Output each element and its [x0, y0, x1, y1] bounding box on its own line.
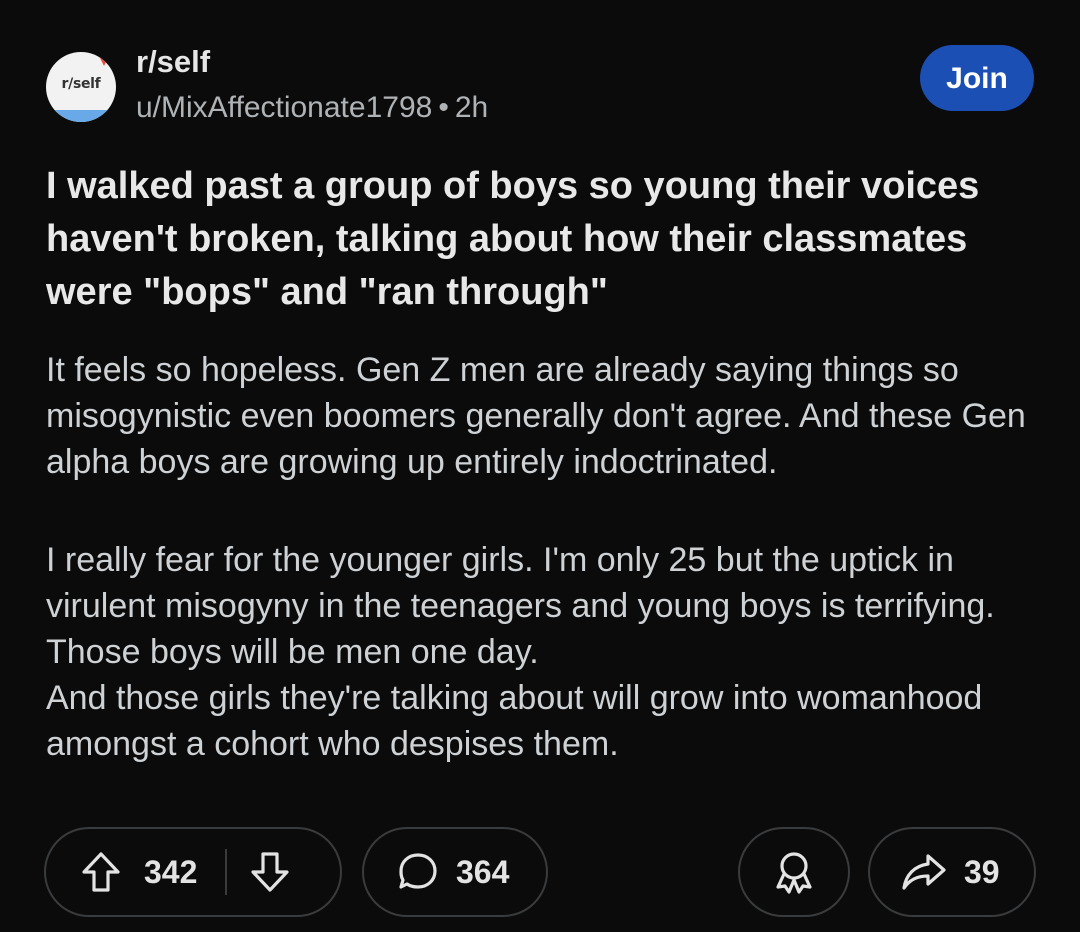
body-paragraph: I really fear for the younger girls. I'm… [46, 541, 995, 763]
share-icon [902, 854, 946, 890]
join-button[interactable]: Join [920, 45, 1034, 111]
post-header: r/self r/self u/MixAffectionate1798 • 2h J… [44, 44, 1036, 134]
subreddit-name[interactable]: r/self [136, 44, 210, 80]
bookmark-mark [98, 54, 110, 66]
vote-divider [225, 849, 228, 895]
upvote-button[interactable] [80, 850, 122, 894]
author-name[interactable]: u/MixAffectionate1798 [136, 91, 432, 124]
comment-count: 364 [456, 853, 510, 890]
upvote-icon [82, 852, 120, 892]
share-button[interactable]: 39 [868, 827, 1036, 917]
post-body: It feels so hopeless. Gen Z men are alre… [46, 347, 1036, 767]
award-icon [776, 852, 812, 894]
post-title[interactable]: I walked past a group of boys so young t… [46, 160, 1036, 319]
downvote-icon [251, 852, 289, 892]
comment-icon [399, 853, 437, 889]
comment-button[interactable]: 364 [362, 827, 548, 917]
upvote-count: 342 [144, 853, 198, 890]
post-time: 2h [454, 91, 489, 124]
post-meta: u/MixAffectionate1798 • 2h [136, 90, 488, 126]
share-count: 39 [964, 853, 1000, 890]
vote-pill: 342 [44, 827, 342, 917]
avatar-band [46, 110, 116, 122]
action-bar: 342 364 39 [44, 827, 1036, 919]
award-button[interactable] [738, 827, 850, 917]
body-paragraph: It feels so hopeless. Gen Z men are alre… [46, 351, 1026, 481]
meta-separator: • [438, 91, 449, 124]
downvote-button[interactable] [249, 850, 291, 894]
subreddit-avatar[interactable]: r/self [46, 52, 116, 122]
post-card: r/self r/self u/MixAffectionate1798 • 2h J… [0, 0, 1080, 932]
avatar-logo-text: r/self [61, 76, 101, 92]
